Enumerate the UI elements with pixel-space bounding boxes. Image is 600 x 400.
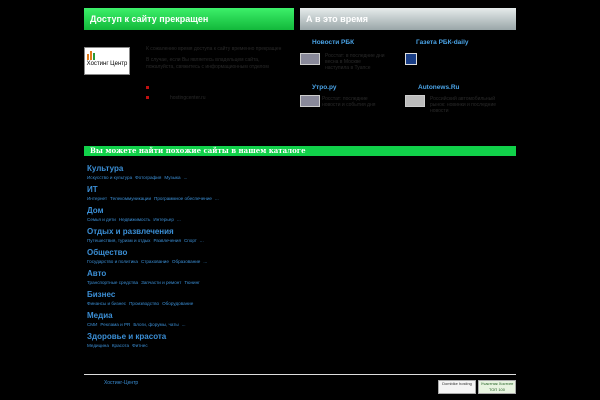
category-home: Дом Семья и дети Недвижимость Интерьер...: [87, 206, 184, 223]
badge-text: Dombike hosting: [442, 381, 472, 386]
category-subs: СМИ Реклама и PR Блоги, форумы, чаты...: [87, 321, 189, 328]
subcategory-link[interactable]: Медицина: [87, 343, 109, 348]
category-title[interactable]: Авто: [87, 269, 203, 279]
subcategory-link[interactable]: Финансы и бизнес: [87, 301, 126, 306]
hosting-center-logo[interactable]: Хостинг Центр: [84, 47, 130, 75]
subcategory-link[interactable]: Телекоммуникации: [110, 196, 151, 201]
subcategory-link[interactable]: Фитнес: [132, 343, 148, 348]
subcategory-link[interactable]: СМИ: [87, 322, 97, 327]
badge-text: Участник Хостинг ТОП 100: [480, 381, 514, 392]
subcategory-link[interactable]: Производство: [129, 301, 159, 306]
subcategory-link[interactable]: Интернет: [87, 196, 107, 201]
category-subs: Искусство и культура Фотография Музыка...: [87, 174, 190, 181]
subcategory-link[interactable]: ...: [184, 175, 188, 180]
notice-link[interactable]: hostingcenter.ru: [170, 95, 206, 101]
subcategory-link[interactable]: ...: [203, 259, 207, 264]
subcategory-link[interactable]: Запчасти и ремонт: [141, 280, 181, 285]
subcategory-link[interactable]: Семья и дети: [87, 217, 116, 222]
logo-text: Хостинг Центр: [86, 61, 128, 67]
news-title-rbk-daily[interactable]: Газета РБК-daily: [416, 39, 469, 46]
news-title-utro[interactable]: Утро.ру: [312, 84, 336, 91]
news-title-rbk[interactable]: Новости РБК: [312, 39, 354, 46]
catalog-heading: Вы можете найти похожие сайты в нашем ка…: [84, 146, 516, 156]
subcategory-link[interactable]: Спорт: [184, 238, 197, 243]
category-media: Медиа СМИ Реклама и PR Блоги, форумы, чаты…: [87, 311, 189, 328]
footer-divider: [84, 374, 516, 375]
footer-copyright[interactable]: Хостинг-Центр: [104, 380, 138, 386]
header-right-title: А в это время: [300, 8, 516, 30]
news-thumbnail[interactable]: [300, 53, 320, 65]
header-left-title: Доступ к сайту прекращен: [84, 8, 294, 30]
subcategory-link[interactable]: Реклама и PR: [100, 322, 130, 327]
news-thumbnail[interactable]: [405, 95, 425, 107]
subcategory-link[interactable]: Недвижимость: [119, 217, 151, 222]
category-title[interactable]: ИТ: [87, 185, 222, 195]
subcategory-link[interactable]: Транспортные средства: [87, 280, 138, 285]
subcategory-link[interactable]: Блоги, форумы, чаты: [133, 322, 178, 327]
category-subs: Транспортные средства Запчасти и ремонт Тю…: [87, 279, 203, 286]
top100-badge[interactable]: Участник Хостинг ТОП 100: [478, 380, 516, 394]
category-business: Бизнес Финансы и бизнес Производство Обору…: [87, 290, 196, 307]
subcategory-link[interactable]: ...: [215, 196, 219, 201]
subcategory-link[interactable]: Интерьер: [153, 217, 174, 222]
notice-line-3: пожалуйста, свяжитесь с информационным о…: [146, 64, 269, 70]
category-title[interactable]: Культура: [87, 164, 190, 174]
category-subs: Путешествия, туризм и отдых Развлечения Сп…: [87, 237, 207, 244]
subcategory-link[interactable]: Музыка: [164, 175, 180, 180]
category-health: Здоровье и красота Медицина Красота Фитнес: [87, 332, 166, 349]
subcategory-link[interactable]: Оборудование: [162, 301, 193, 306]
subcategory-link[interactable]: ...: [182, 322, 186, 327]
news-text-rbk[interactable]: Росстат: в последние дни весна в Москве …: [325, 53, 385, 71]
subcategory-link[interactable]: Государство и политика: [87, 259, 138, 264]
news-title-autonews[interactable]: Autonews.Ru: [418, 84, 460, 91]
category-auto: Авто Транспортные средства Запчасти и рем…: [87, 269, 203, 286]
subcategory-link[interactable]: ...: [177, 217, 181, 222]
subcategory-link[interactable]: Искусство и культура: [87, 175, 132, 180]
subcategory-link[interactable]: Фотография: [135, 175, 161, 180]
subcategory-link[interactable]: Программное обеспечение: [154, 196, 212, 201]
category-subs: Финансы и бизнес Производство Оборудование: [87, 300, 196, 307]
category-subs: Государство и политика Страхование Образов…: [87, 258, 210, 265]
category-subs: Интернет Телекоммуникации Программное обес…: [87, 195, 222, 202]
category-culture: Культура Искусство и культура Фотография М…: [87, 164, 190, 181]
category-subs: Медицина Красота Фитнес: [87, 342, 166, 349]
subcategory-link[interactable]: Путешествия, туризм и отдых: [87, 238, 150, 243]
category-title[interactable]: Медиа: [87, 311, 189, 321]
news-thumbnail[interactable]: [405, 53, 417, 65]
hosting-badge[interactable]: Dombike hosting: [438, 380, 476, 394]
subcategory-link[interactable]: Красота: [112, 343, 129, 348]
category-title[interactable]: Отдых и развлечения: [87, 227, 207, 237]
category-society: Общество Государство и политика Страхован…: [87, 248, 210, 265]
news-text-autonews[interactable]: Российский автомобильный рынок: новинки …: [430, 96, 500, 114]
subcategory-link[interactable]: Тюнинг: [184, 280, 199, 285]
news-thumbnail[interactable]: [300, 95, 320, 107]
category-title[interactable]: Дом: [87, 206, 184, 216]
category-subs: Семья и дети Недвижимость Интерьер...: [87, 216, 184, 223]
category-title[interactable]: Здоровье и красота: [87, 332, 166, 342]
category-it: ИТ Интернет Телекоммуникации Программное о…: [87, 185, 222, 202]
subcategory-link[interactable]: Образование: [172, 259, 200, 264]
bullet-marker: [146, 86, 149, 89]
notice-line-2: В случае, если Вы являетесь владельцем с…: [146, 57, 260, 63]
category-title[interactable]: Бизнес: [87, 290, 196, 300]
subcategory-link[interactable]: ...: [200, 238, 204, 243]
subcategory-link[interactable]: Страхование: [141, 259, 169, 264]
subcategory-link[interactable]: Развлечения: [153, 238, 180, 243]
bullet-marker: [146, 96, 149, 99]
category-title[interactable]: Общество: [87, 248, 210, 258]
news-text-utro[interactable]: Росстат: последние новости и события дня: [322, 96, 382, 108]
building-icon: [87, 51, 95, 60]
notice-line-1: К сожалению время доступа к сайту времен…: [146, 46, 282, 52]
category-leisure: Отдых и развлечения Путешествия, туризм …: [87, 227, 207, 244]
